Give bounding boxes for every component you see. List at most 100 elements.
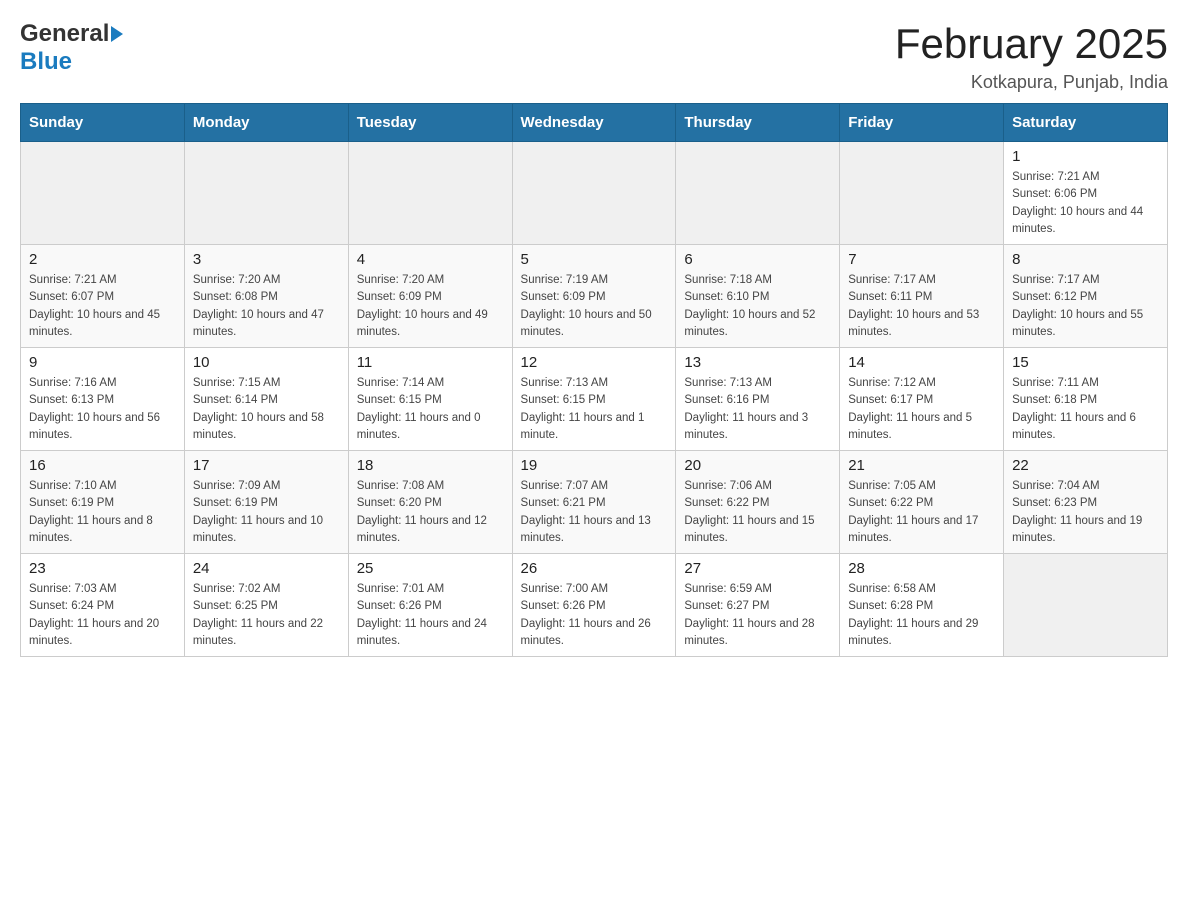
- calendar-cell: [1004, 554, 1168, 657]
- calendar-cell: 25 Sunrise: 7:01 AMSunset: 6:26 PMDayligh…: [348, 554, 512, 657]
- logo-general-text: General: [20, 20, 109, 48]
- calendar-cell: [348, 142, 512, 245]
- day-info: Sunrise: 6:59 AMSunset: 6:27 PMDaylight:…: [684, 581, 831, 650]
- calendar-cell: 11 Sunrise: 7:14 AMSunset: 6:15 PMDayligh…: [348, 348, 512, 451]
- calendar-cell: 24Sunrise: 7:02 AMSunset: 6:25 PMDayligh…: [184, 554, 348, 657]
- day-info: Sunrise: 7:03 AMSunset: 6:24 PMDaylight:…: [29, 581, 176, 650]
- day-info: Sunrise: 7:06 AMSunset: 6:22 PMDaylight:…: [684, 478, 831, 547]
- day-info: Sunrise: 7:13 AMSunset: 6:16 PMDaylight:…: [684, 375, 831, 444]
- day-info: Sunrise: 7:20 AMSunset: 6:09 PMDaylight:…: [357, 272, 504, 341]
- weekday-header-wednesday: Wednesday: [512, 104, 676, 142]
- weekday-header-friday: Friday: [840, 104, 1004, 142]
- day-info: Sunrise: 7:14 AMSunset: 6:15 PMDaylight:…: [357, 375, 504, 444]
- calendar-cell: 26 Sunrise: 7:00 AMSunset: 6:26 PMDayligh…: [512, 554, 676, 657]
- day-number: 25: [357, 560, 504, 577]
- day-number: 6: [684, 251, 831, 268]
- day-number: 4: [357, 251, 504, 268]
- calendar-cell: 8Sunrise: 7:17 AMSunset: 6:12 PMDaylight…: [1004, 245, 1168, 348]
- calendar-cell: 6 Sunrise: 7:18 AMSunset: 6:10 PMDaylight…: [676, 245, 840, 348]
- day-info: Sunrise: 7:21 AMSunset: 6:07 PMDaylight:…: [29, 272, 176, 341]
- day-number: 22: [1012, 457, 1159, 474]
- calendar-cell: 12 Sunrise: 7:13 AMSunset: 6:15 PMDayligh…: [512, 348, 676, 451]
- day-number: 11: [357, 354, 504, 371]
- calendar-table: SundayMondayTuesdayWednesdayThursdayFrid…: [20, 103, 1168, 657]
- calendar-week-row: 23 Sunrise: 7:03 AMSunset: 6:24 PMDayligh…: [21, 554, 1168, 657]
- day-info: Sunrise: 7:17 AMSunset: 6:12 PMDaylight:…: [1012, 272, 1159, 341]
- weekday-header-thursday: Thursday: [676, 104, 840, 142]
- calendar-cell: 10Sunrise: 7:15 AMSunset: 6:14 PMDayligh…: [184, 348, 348, 451]
- weekday-header-saturday: Saturday: [1004, 104, 1168, 142]
- day-number: 21: [848, 457, 995, 474]
- day-info: Sunrise: 7:01 AMSunset: 6:26 PMDaylight:…: [357, 581, 504, 650]
- calendar-cell: 13 Sunrise: 7:13 AMSunset: 6:16 PMDayligh…: [676, 348, 840, 451]
- calendar-cell: [676, 142, 840, 245]
- day-info: Sunrise: 7:07 AMSunset: 6:21 PMDaylight:…: [521, 478, 668, 547]
- calendar-cell: 9 Sunrise: 7:16 AMSunset: 6:13 PMDaylight…: [21, 348, 185, 451]
- calendar-cell: 5 Sunrise: 7:19 AMSunset: 6:09 PMDaylight…: [512, 245, 676, 348]
- day-info: Sunrise: 7:12 AMSunset: 6:17 PMDaylight:…: [848, 375, 995, 444]
- location: Kotkapura, Punjab, India: [895, 72, 1168, 93]
- day-info: Sunrise: 7:16 AMSunset: 6:13 PMDaylight:…: [29, 375, 176, 444]
- calendar-cell: 3 Sunrise: 7:20 AMSunset: 6:08 PMDaylight…: [184, 245, 348, 348]
- day-info: Sunrise: 7:05 AMSunset: 6:22 PMDaylight:…: [848, 478, 995, 547]
- day-number: 16: [29, 457, 176, 474]
- day-info: Sunrise: 7:00 AMSunset: 6:26 PMDaylight:…: [521, 581, 668, 650]
- day-number: 15: [1012, 354, 1159, 371]
- calendar-cell: 20 Sunrise: 7:06 AMSunset: 6:22 PMDayligh…: [676, 451, 840, 554]
- title-section: February 2025 Kotkapura, Punjab, India: [895, 20, 1168, 93]
- calendar-cell: 21 Sunrise: 7:05 AMSunset: 6:22 PMDayligh…: [840, 451, 1004, 554]
- calendar-week-row: 16 Sunrise: 7:10 AMSunset: 6:19 PMDayligh…: [21, 451, 1168, 554]
- logo: General Blue: [20, 20, 123, 76]
- logo-triangle-icon: [111, 26, 123, 42]
- calendar-cell: 19 Sunrise: 7:07 AMSunset: 6:21 PMDayligh…: [512, 451, 676, 554]
- day-number: 27: [684, 560, 831, 577]
- day-info: Sunrise: 7:21 AMSunset: 6:06 PMDaylight:…: [1012, 169, 1159, 238]
- calendar-week-row: 1 Sunrise: 7:21 AMSunset: 6:06 PMDaylight…: [21, 142, 1168, 245]
- calendar-cell: 27 Sunrise: 6:59 AMSunset: 6:27 PMDayligh…: [676, 554, 840, 657]
- day-info: Sunrise: 6:58 AMSunset: 6:28 PMDaylight:…: [848, 581, 995, 650]
- month-title: February 2025: [895, 20, 1168, 68]
- day-number: 2: [29, 251, 176, 268]
- calendar-cell: 15 Sunrise: 7:11 AMSunset: 6:18 PMDayligh…: [1004, 348, 1168, 451]
- day-info: Sunrise: 7:19 AMSunset: 6:09 PMDaylight:…: [521, 272, 668, 341]
- day-info: Sunrise: 7:18 AMSunset: 6:10 PMDaylight:…: [684, 272, 831, 341]
- day-number: 13: [684, 354, 831, 371]
- day-number: 17: [193, 457, 340, 474]
- day-info: Sunrise: 7:10 AMSunset: 6:19 PMDaylight:…: [29, 478, 176, 547]
- calendar-cell: [840, 142, 1004, 245]
- weekday-header-monday: Monday: [184, 104, 348, 142]
- day-number: 19: [521, 457, 668, 474]
- day-number: 23: [29, 560, 176, 577]
- day-info: Sunrise: 7:11 AMSunset: 6:18 PMDaylight:…: [1012, 375, 1159, 444]
- weekday-header-tuesday: Tuesday: [348, 104, 512, 142]
- day-number: 5: [521, 251, 668, 268]
- calendar-cell: 14 Sunrise: 7:12 AMSunset: 6:17 PMDayligh…: [840, 348, 1004, 451]
- day-info: Sunrise: 7:09 AMSunset: 6:19 PMDaylight:…: [193, 478, 340, 547]
- day-number: 18: [357, 457, 504, 474]
- calendar-cell: 7 Sunrise: 7:17 AMSunset: 6:11 PMDaylight…: [840, 245, 1004, 348]
- calendar-cell: 1 Sunrise: 7:21 AMSunset: 6:06 PMDaylight…: [1004, 142, 1168, 245]
- day-info: Sunrise: 7:17 AMSunset: 6:11 PMDaylight:…: [848, 272, 995, 341]
- day-info: Sunrise: 7:04 AMSunset: 6:23 PMDaylight:…: [1012, 478, 1159, 547]
- weekday-header-row: SundayMondayTuesdayWednesdayThursdayFrid…: [21, 104, 1168, 142]
- day-info: Sunrise: 7:13 AMSunset: 6:15 PMDaylight:…: [521, 375, 668, 444]
- day-number: 12: [521, 354, 668, 371]
- day-number: 7: [848, 251, 995, 268]
- day-info: Sunrise: 7:15 AMSunset: 6:14 PMDaylight:…: [193, 375, 340, 444]
- day-number: 28: [848, 560, 995, 577]
- calendar-cell: [512, 142, 676, 245]
- calendar-cell: 18Sunrise: 7:08 AMSunset: 6:20 PMDayligh…: [348, 451, 512, 554]
- day-number: 1: [1012, 148, 1159, 165]
- logo-blue-text: Blue: [20, 48, 72, 75]
- day-number: 24: [193, 560, 340, 577]
- day-number: 26: [521, 560, 668, 577]
- day-number: 20: [684, 457, 831, 474]
- calendar-week-row: 2 Sunrise: 7:21 AMSunset: 6:07 PMDaylight…: [21, 245, 1168, 348]
- calendar-cell: 23 Sunrise: 7:03 AMSunset: 6:24 PMDayligh…: [21, 554, 185, 657]
- day-number: 14: [848, 354, 995, 371]
- calendar-cell: 4 Sunrise: 7:20 AMSunset: 6:09 PMDaylight…: [348, 245, 512, 348]
- day-number: 3: [193, 251, 340, 268]
- day-info: Sunrise: 7:20 AMSunset: 6:08 PMDaylight:…: [193, 272, 340, 341]
- calendar-cell: 2 Sunrise: 7:21 AMSunset: 6:07 PMDaylight…: [21, 245, 185, 348]
- day-number: 9: [29, 354, 176, 371]
